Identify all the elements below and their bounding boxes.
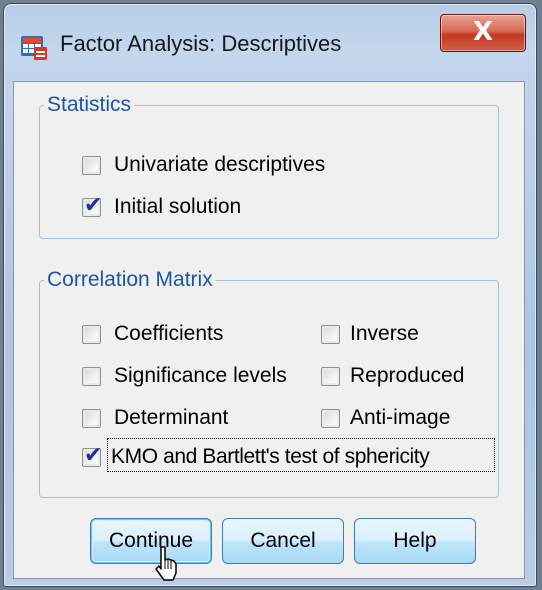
window-title: Factor Analysis: Descriptives [60,31,342,56]
checkbox-box[interactable] [321,366,340,386]
checkbox-label: Coefficients [114,322,224,345]
mouse-pointer-icon [155,546,177,581]
coefficients-checkbox[interactable]: Coefficients [82,322,223,346]
correlation-matrix-legend: Correlation Matrix [47,268,213,291]
cancel-button[interactable]: Cancel [222,518,344,564]
checkbox-label: Determinant [114,406,229,429]
checkbox-box[interactable] [82,408,101,428]
dialog-window: Factor Analysis: Descriptives X Statisti… [3,3,537,587]
statistics-legend: Statistics [47,93,132,116]
close-icon: X [472,17,494,47]
checkbox-label: Anti-image [350,406,451,429]
anti-image-checkbox[interactable]: Anti-image [321,406,450,430]
dialog-body: Statistics Univariate descriptives Initi… [13,81,525,579]
reproduced-checkbox[interactable]: Reproduced [321,364,464,388]
checkbox-label: KMO and Bartlett's test of sphericity [111,445,430,468]
checkbox-box[interactable] [321,408,340,428]
univariate-descriptives-checkbox[interactable]: Univariate descriptives [82,153,325,177]
determinant-checkbox[interactable]: Determinant [82,406,228,430]
checkbox-label: Reproduced [350,364,465,387]
spss-app-icon [21,36,47,60]
help-button[interactable]: Help [354,518,476,564]
checkbox-label: Inverse [350,322,419,345]
checkbox-label: Univariate descriptives [114,153,326,176]
checkbox-box[interactable] [82,443,102,468]
kmo-bartlett-checkbox[interactable]: KMO and Bartlett's test of sphericity [82,443,430,469]
checkbox-box[interactable] [82,193,102,218]
close-button[interactable]: X [440,14,526,52]
checkbox-label: Significance levels [114,364,287,387]
inverse-checkbox[interactable]: Inverse [321,322,419,346]
title-bar[interactable]: Factor Analysis: Descriptives X [4,4,536,82]
initial-solution-checkbox[interactable]: Initial solution [82,193,242,219]
checkbox-box[interactable] [82,324,101,344]
checkbox-box[interactable] [82,366,101,386]
checkbox-label: Initial solution [114,195,242,218]
significance-levels-checkbox[interactable]: Significance levels [82,364,287,388]
continue-button[interactable]: Continue [90,518,212,564]
checkbox-box[interactable] [82,155,101,175]
checkbox-box[interactable] [321,324,340,344]
